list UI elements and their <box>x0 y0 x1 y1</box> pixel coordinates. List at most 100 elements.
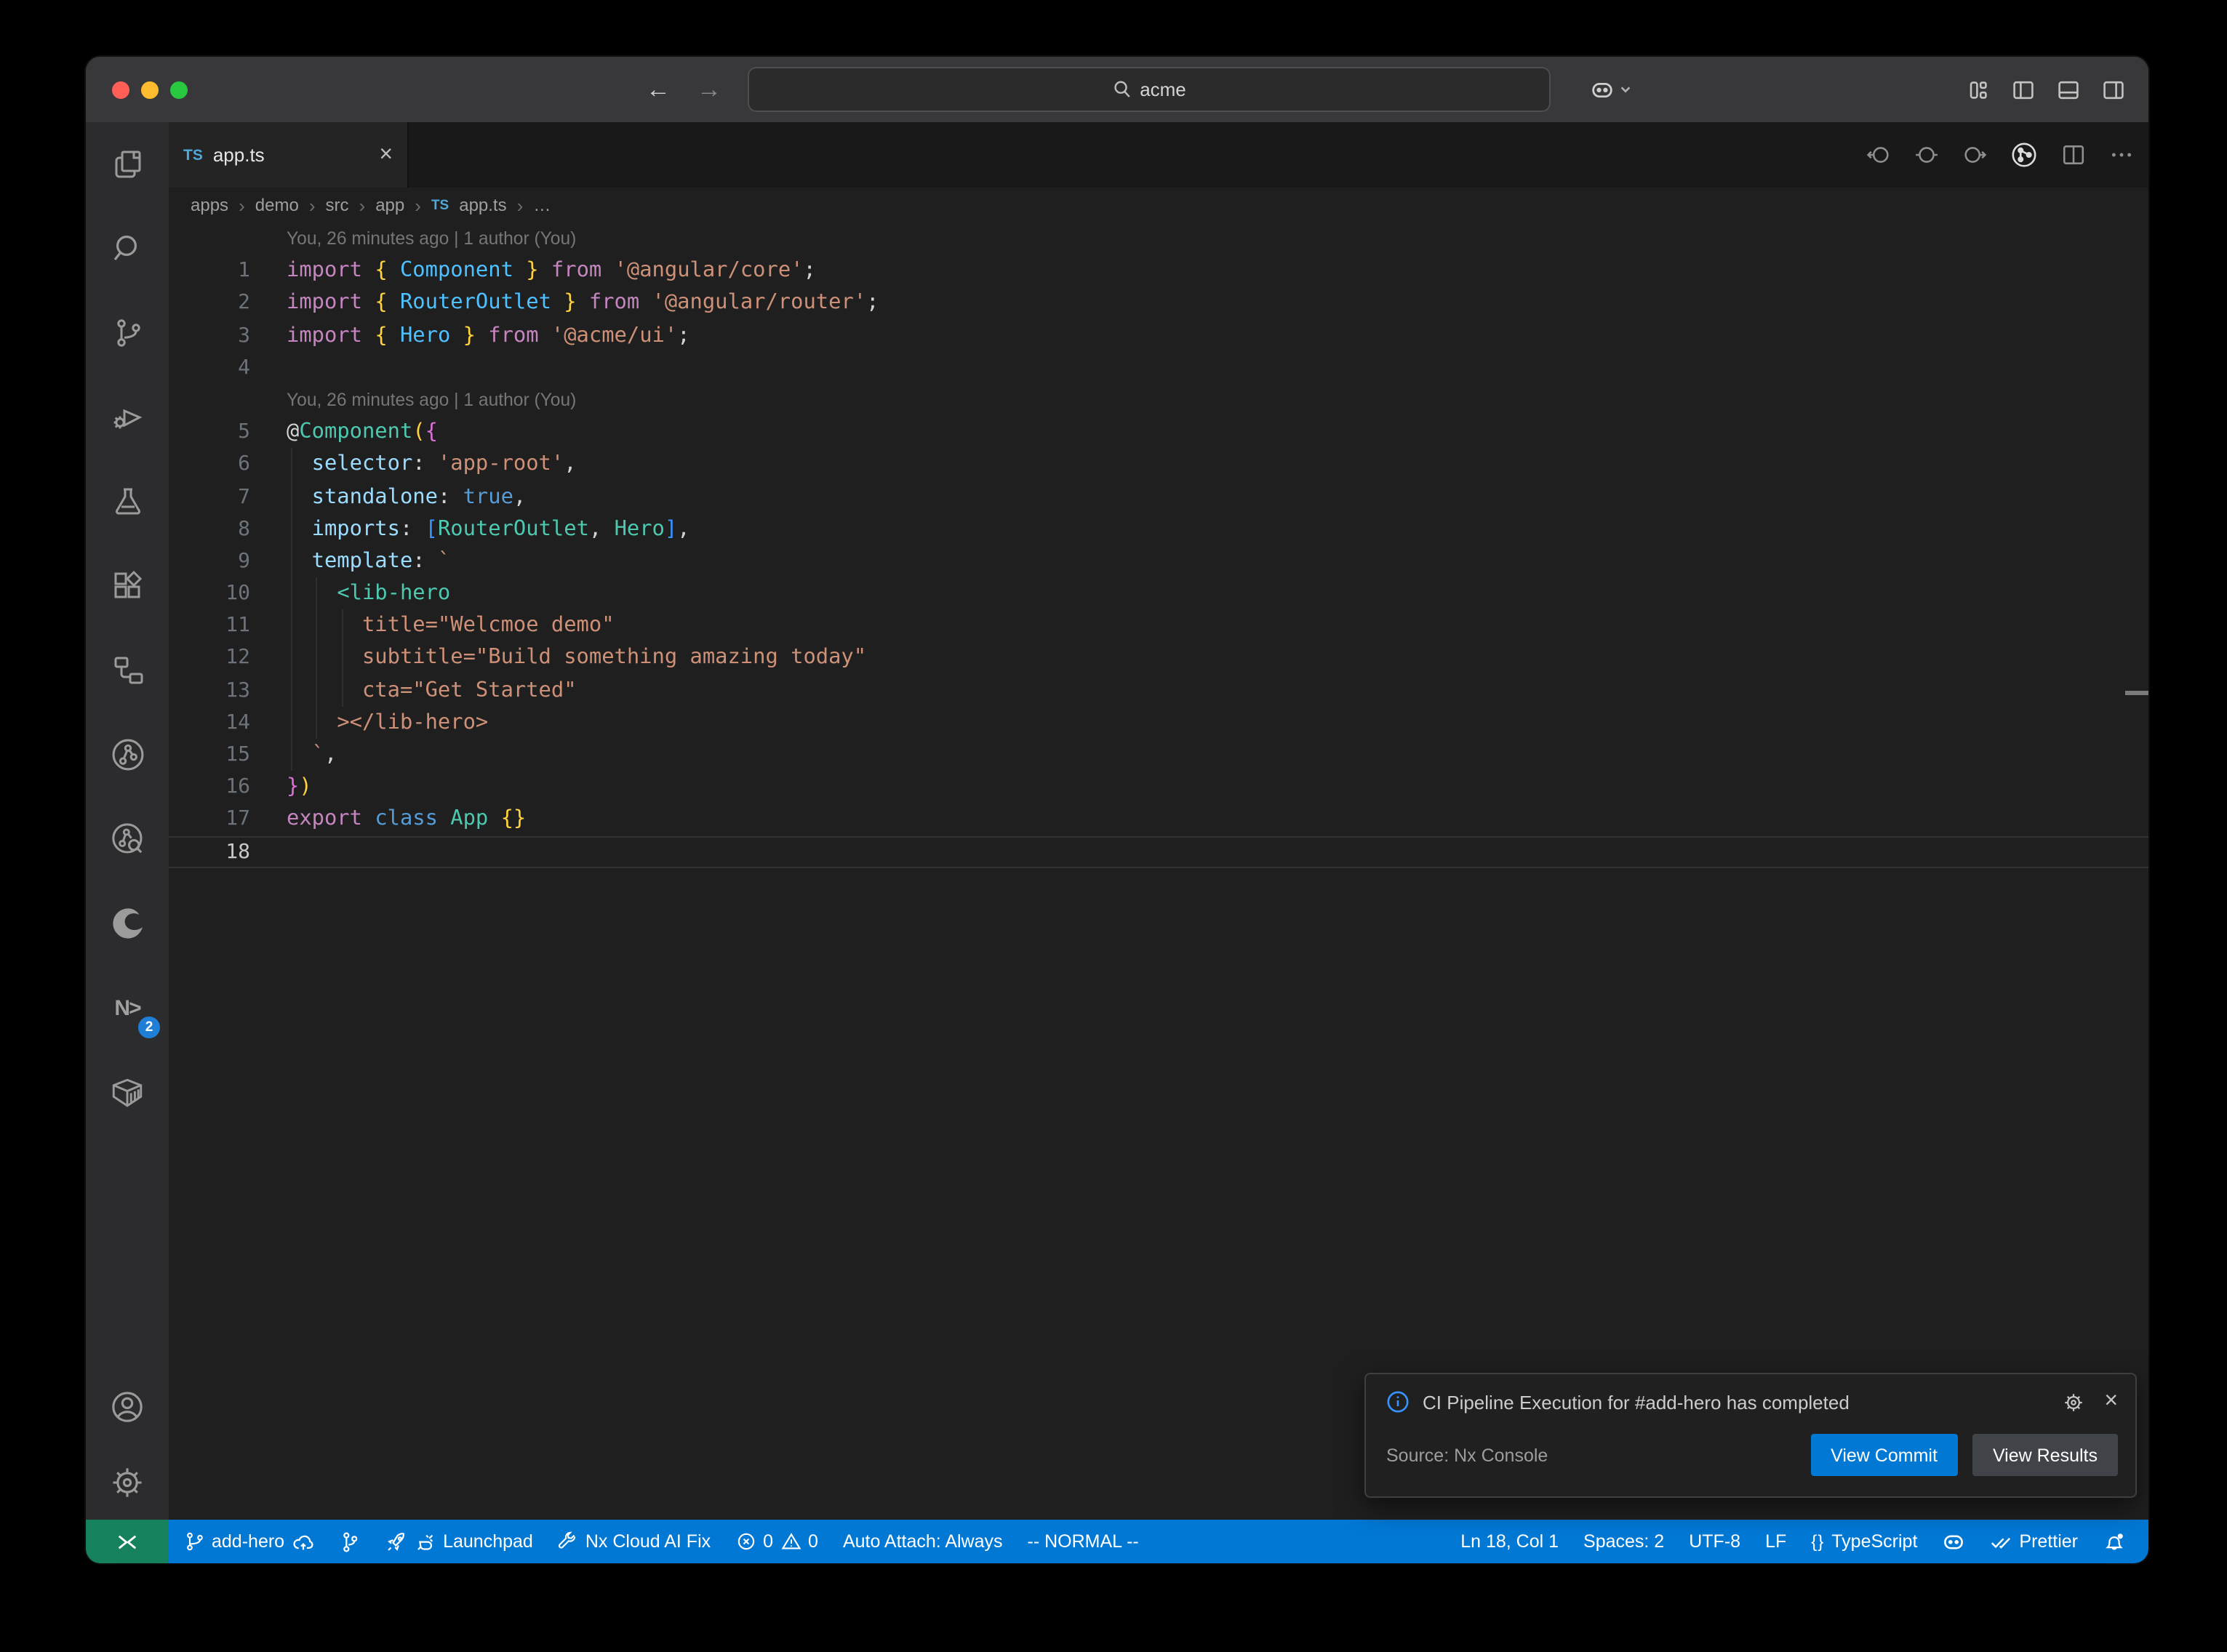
more-actions-icon[interactable] <box>2109 143 2134 167</box>
code-line[interactable]: 14 ></lib-hero> <box>169 707 2148 739</box>
code-line[interactable]: 18 <box>169 835 2148 867</box>
code-line[interactable]: 2import { RouterOutlet } from '@angular/… <box>169 287 2148 319</box>
breadcrumb-item[interactable]: … <box>533 195 551 215</box>
line-number[interactable]: 18 <box>169 835 250 867</box>
sb-encoding[interactable]: UTF-8 <box>1676 1520 1753 1563</box>
sb-eol[interactable]: LF <box>1753 1520 1799 1563</box>
sb-branch[interactable]: add-hero <box>172 1520 326 1563</box>
search-icon <box>1112 80 1131 99</box>
breadcrumb-item[interactable]: app <box>375 195 404 215</box>
close-window-button[interactable] <box>112 81 129 98</box>
remote-indicator[interactable] <box>86 1520 169 1563</box>
line-number[interactable]: 15 <box>169 739 250 771</box>
toggle-panel-icon[interactable] <box>2057 78 2080 101</box>
code-line[interactable]: 3import { Hero } from '@acme/ui'; <box>169 319 2148 351</box>
gitlens-inspect-icon[interactable] <box>86 797 169 881</box>
line-number[interactable]: 17 <box>169 803 250 835</box>
code-editor[interactable]: You, 26 minutes ago | 1 author (You)1imp… <box>169 222 2148 1520</box>
line-number[interactable]: 4 <box>169 352 250 384</box>
split-editor-icon[interactable] <box>2061 143 2086 167</box>
line-number[interactable]: 10 <box>169 577 250 609</box>
view-results-button[interactable]: View Results <box>1972 1434 2118 1476</box>
blame-annotation-row[interactable]: You, 26 minutes ago | 1 author (You) <box>169 384 2148 416</box>
toggle-secondary-sidebar-icon[interactable] <box>2102 78 2125 101</box>
line-number[interactable]: 13 <box>169 674 250 706</box>
line-number[interactable]: 16 <box>169 771 250 803</box>
line-number[interactable]: 11 <box>169 610 250 642</box>
run-debug-icon[interactable] <box>86 375 169 460</box>
line-number[interactable]: 2 <box>169 287 250 319</box>
sb-launchpad[interactable]: Launchpad <box>372 1520 545 1563</box>
line-number[interactable]: 7 <box>169 481 250 513</box>
accounts-icon[interactable] <box>86 1368 169 1444</box>
breadcrumb-item[interactable]: app.ts <box>459 195 506 215</box>
view-commit-button[interactable]: View Commit <box>1810 1434 1958 1476</box>
code-line[interactable]: 12 subtitle="Build something amazing tod… <box>169 642 2148 674</box>
notification-settings-gear-icon[interactable] <box>2062 1391 2084 1413</box>
line-number[interactable]: 5 <box>169 416 250 448</box>
sb-indentation[interactable]: Spaces: 2 <box>1571 1520 1676 1563</box>
code-line[interactable]: 1import { Component } from '@angular/cor… <box>169 254 2148 286</box>
navigate-back-button[interactable]: ← <box>646 77 671 102</box>
open-changes-icon[interactable] <box>1914 143 1939 167</box>
explorer-icon[interactable] <box>86 122 169 206</box>
search-view-icon[interactable] <box>86 206 169 291</box>
sb-cursor-position[interactable]: Ln 18, Col 1 <box>1448 1520 1571 1563</box>
code-line[interactable]: 15 `, <box>169 739 2148 771</box>
gitlens-icon[interactable] <box>86 713 169 797</box>
blame-annotation-row[interactable]: You, 26 minutes ago | 1 author (You) <box>169 222 2148 254</box>
tab-close-icon[interactable]: × <box>379 143 393 167</box>
publish-cloud-icon <box>292 1531 313 1552</box>
customize-layout-icon[interactable] <box>1967 78 1990 101</box>
settings-gear-icon[interactable] <box>86 1444 169 1520</box>
line-number[interactable]: 3 <box>169 319 250 351</box>
code-line[interactable]: 10 <lib-hero <box>169 577 2148 609</box>
sb-vim-mode[interactable]: -- NORMAL -- <box>1015 1520 1151 1563</box>
containers-icon[interactable] <box>86 1050 169 1134</box>
code-line[interactable]: 4 <box>169 352 2148 384</box>
notification-close-icon[interactable]: × <box>2104 1390 2118 1414</box>
tab-app-ts[interactable]: TS app.ts × <box>169 122 409 188</box>
open-changes-next-icon[interactable] <box>1962 143 1987 167</box>
toggle-primary-sidebar-icon[interactable] <box>2012 78 2035 101</box>
edge-tools-icon[interactable] <box>86 881 169 966</box>
gitlens-graph-icon[interactable] <box>2010 141 2038 169</box>
code-line[interactable]: 17export class App {} <box>169 803 2148 835</box>
nx-console-icon[interactable]: N> 2 <box>86 966 169 1050</box>
code-line[interactable]: 7 standalone: true, <box>169 481 2148 513</box>
sb-nx-cloud-fix[interactable]: Nx Cloud AI Fix <box>545 1520 723 1563</box>
command-center-search[interactable]: acme <box>748 67 1551 112</box>
line-number[interactable]: 12 <box>169 642 250 674</box>
sb-language-mode[interactable]: {} TypeScript <box>1799 1520 1930 1563</box>
breadcrumb-item[interactable]: demo <box>255 195 299 215</box>
line-number[interactable]: 6 <box>169 449 250 481</box>
line-number[interactable]: 9 <box>169 545 250 577</box>
copilot-menu[interactable] <box>1590 77 1632 102</box>
line-number[interactable]: 1 <box>169 254 250 286</box>
navigate-forward-button[interactable]: → <box>697 77 721 102</box>
extensions-icon[interactable] <box>86 544 169 628</box>
testing-icon[interactable] <box>86 460 169 544</box>
line-number[interactable]: 14 <box>169 707 250 739</box>
line-number[interactable]: 8 <box>169 513 250 545</box>
code-line[interactable]: 6 selector: 'app-root', <box>169 449 2148 481</box>
sb-formatter[interactable]: Prettier <box>1978 1520 2090 1563</box>
source-control-icon[interactable] <box>86 291 169 375</box>
sb-notifications[interactable] <box>2090 1520 2137 1563</box>
breadcrumb-item[interactable]: apps <box>191 195 228 215</box>
sb-problems[interactable]: 0 0 <box>723 1520 831 1563</box>
code-line[interactable]: 16}) <box>169 771 2148 803</box>
sb-copilot[interactable] <box>1930 1520 1978 1563</box>
zoom-window-button[interactable] <box>170 81 188 98</box>
references-view-icon[interactable] <box>86 628 169 713</box>
sb-commit-graph[interactable] <box>326 1520 372 1563</box>
code-line[interactable]: 5@Component({ <box>169 416 2148 448</box>
code-line[interactable]: 11 title="Welcmoe demo" <box>169 610 2148 642</box>
sb-auto-attach[interactable]: Auto Attach: Always <box>831 1520 1015 1563</box>
code-line[interactable]: 13 cta="Get Started" <box>169 674 2148 706</box>
code-line[interactable]: 9 template: ` <box>169 545 2148 577</box>
breadcrumb-item[interactable]: src <box>326 195 349 215</box>
open-changes-prev-icon[interactable] <box>1866 143 1891 167</box>
code-line[interactable]: 8 imports: [RouterOutlet, Hero], <box>169 513 2148 545</box>
minimize-window-button[interactable] <box>141 81 159 98</box>
